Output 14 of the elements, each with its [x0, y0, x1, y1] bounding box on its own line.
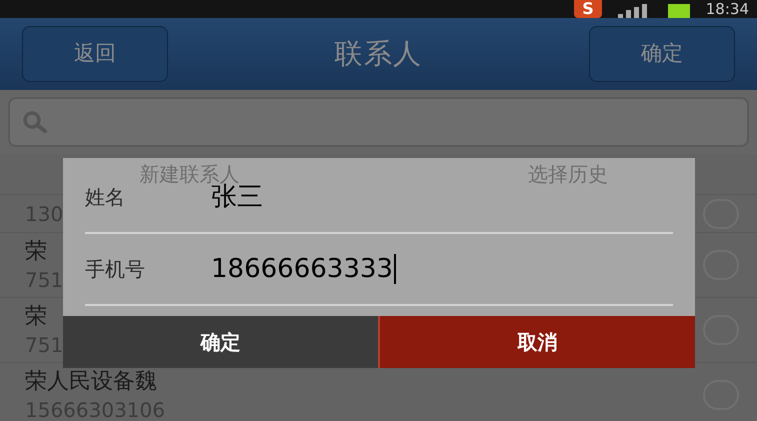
contact-name: 荣人民设备魏	[25, 368, 157, 396]
header-title: 联系人	[334, 36, 423, 72]
dialog-cancel-button[interactable]: 取消	[378, 316, 695, 368]
field-label: 姓名	[85, 184, 126, 211]
search-field[interactable]	[8, 97, 749, 147]
status-time: 18:34	[706, 0, 749, 18]
text-field[interactable]: 18666663333	[211, 250, 396, 288]
dialog-confirm-button[interactable]: 确定	[63, 316, 378, 368]
field-label: 手机号	[85, 256, 146, 283]
contact-name: 荣	[25, 303, 47, 331]
battery-icon	[668, 4, 690, 18]
app-badge: S	[574, 0, 602, 18]
search-icon	[22, 111, 48, 133]
contact-name: 荣	[25, 238, 47, 266]
